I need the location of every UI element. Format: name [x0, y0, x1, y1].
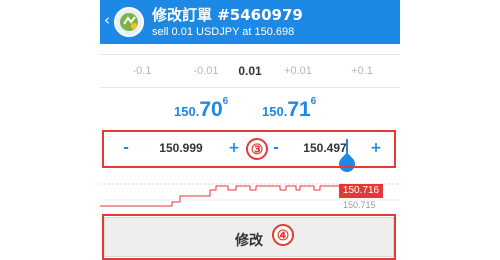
header-bar: ‹ 修改訂單 #5460979 sell 0.01 USDJPY at 150.… — [100, 0, 400, 44]
volume-option-plus-0.01[interactable]: +0.01 — [278, 64, 318, 78]
volume-value[interactable]: 0.01 — [230, 64, 270, 78]
modify-order-screen: ‹ 修改訂單 #5460979 sell 0.01 USDJPY at 150.… — [100, 0, 400, 260]
volume-option-minus-0.1[interactable]: -0.1 — [122, 64, 162, 78]
page-title: 修改訂單 #5460979 — [152, 6, 303, 24]
price-line — [100, 185, 340, 207]
volume-option-minus-0.01[interactable]: -0.01 — [186, 64, 226, 78]
volume-strip: -0.1 -0.01 0.01 +0.01 +0.1 — [100, 54, 400, 88]
chevron-left-icon[interactable]: ‹ — [104, 10, 112, 30]
left-margin — [0, 0, 100, 260]
right-margin — [400, 0, 500, 260]
secondary-price-label: 150.715 — [343, 200, 376, 210]
order-subtitle: sell 0.01 USDJPY at 150.698 — [152, 26, 295, 38]
app-logo-icon — [114, 7, 144, 37]
bid-price-big: 70 — [199, 98, 223, 121]
modify-marker: ④ — [272, 224, 294, 246]
bid-price-sup: 6 — [222, 96, 229, 107]
ask-price-big: 71 — [287, 98, 311, 121]
bid-price: 150.706 — [174, 96, 229, 122]
current-price-tag: 150.716 — [339, 184, 383, 198]
ask-price-main: 150. — [262, 104, 288, 119]
modify-highlight-box — [102, 214, 396, 260]
ask-price-sup: 6 — [310, 96, 317, 107]
ask-price: 150.716 — [262, 96, 317, 122]
sl-tp-marker: ③ — [246, 138, 268, 160]
volume-option-plus-0.1[interactable]: +0.1 — [342, 64, 382, 78]
bid-price-main: 150. — [174, 104, 200, 119]
